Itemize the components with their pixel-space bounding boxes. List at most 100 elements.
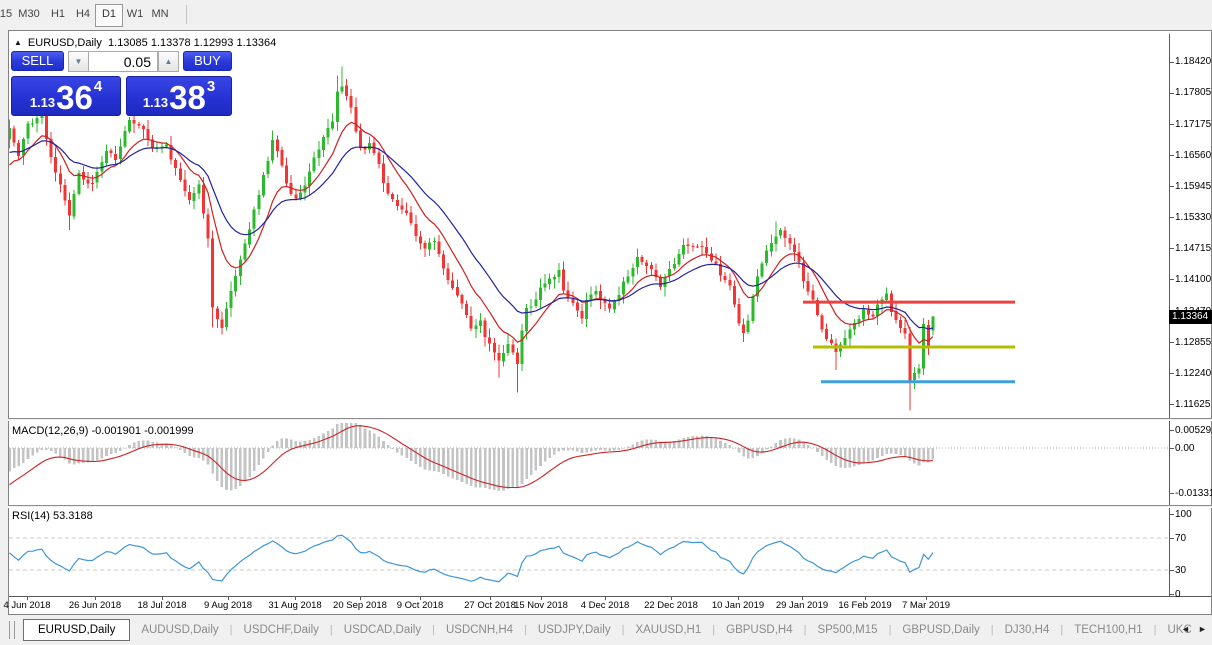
date-axis-tickmark [802,596,803,600]
chart-title-row: ▲ EURUSD,Daily 1.13085 1.13378 1.12993 1… [14,36,276,50]
rsi-axis-tickmark [1169,538,1174,539]
date-axis-tickmark [671,596,672,600]
price-axis-tickmark [1169,186,1174,188]
ma-slow-line [9,140,934,330]
date-axis-tickmark [926,596,927,600]
rsi-pane-separator[interactable] [8,505,1212,508]
sell-button[interactable]: SELL [11,51,64,71]
date-axis-label: 26 Jun 2018 [68,600,122,611]
chart-tab-ukc[interactable]: UKC [1156,624,1202,636]
rsi-axis-tick: 100 [1175,508,1192,520]
macd-axis-tick: 0.00 [1175,442,1195,454]
chart-tab-usdcad-daily[interactable]: USDCAD,Daily [333,624,432,636]
sell-price[interactable]: 1.13 36 4 [11,76,121,116]
rsi-layer [9,534,1168,583]
price-axis-tickmark [1169,279,1174,281]
chart-expand-icon[interactable]: ▲ [14,37,22,49]
price-axis-tick: 1.15945 [1175,180,1212,192]
current-price-tag: 1.13364 [1169,309,1212,324]
macd-axis-tickmark [1169,430,1174,431]
volume-input[interactable] [88,51,158,72]
sell-price-big: 36 [56,79,93,116]
date-axis-label: 7 Mar 2019 [901,600,951,611]
chart-tab-sp500-m15[interactable]: SP500,M15 [806,624,888,636]
price-axis-tickmark [1169,155,1174,157]
chart-tab-gbpusd-h4[interactable]: GBPUSD,H4 [715,624,803,636]
date-axis-label: 31 Aug 2018 [268,600,322,611]
date-axis-label: 29 Jan 2019 [775,600,829,611]
price-axis-tick: 1.11625 [1175,398,1211,410]
date-axis-label: 4 Jun 2018 [3,600,51,611]
chart-tab-dj30-h4[interactable]: DJ30,H4 [994,624,1061,636]
one-click-trading-panel: SELL ▼ ▲ BUY 1.13 36 4 1.13 38 3 [11,51,232,116]
macd-indicator-label: MACD(12,26,9) -0.001901 -0.001999 [12,425,194,437]
date-axis-label: 16 Feb 2019 [838,600,892,611]
chart-symbol-label: EURUSD,Daily [27,37,102,49]
volume-decrease-button[interactable]: ▼ [68,51,89,72]
buy-price[interactable]: 1.13 38 3 [126,76,232,116]
date-axis-tickmark [738,596,739,600]
macd-axis-tickmark [1169,448,1174,449]
macd-axis-tickmark [1169,493,1174,494]
price-axis-tickmark [1169,404,1174,406]
chart-tab-eurusd-daily[interactable]: EURUSD,Daily [23,619,131,641]
price-axis-tick: 1.17175 [1175,118,1212,130]
price-axis-tick: 1.12855 [1175,336,1212,348]
tab-bar-grip [9,621,15,639]
rsi-axis-tickmark [1169,570,1174,571]
rsi-axis-tickmark [1169,514,1174,515]
macd-axis-tick: -0.013317 [1175,487,1212,499]
rsi-axis-tick: 70 [1175,532,1187,544]
date-axis-tickmark [295,596,296,600]
rsi-indicator-label: RSI(14) 53.3188 [12,510,93,522]
buy-button[interactable]: BUY [183,51,232,71]
date-axis-label: 22 Dec 2018 [644,600,698,611]
chart-tab-usdjpy-daily[interactable]: USDJPY,Daily [527,624,622,636]
sell-price-prefix: 1.13 [29,95,56,110]
price-axis-tickmark [1169,92,1174,94]
price-axis-tick: 1.14100 [1175,273,1212,285]
price-axis-tick: 1.15330 [1175,211,1212,223]
date-axis-tickmark [228,596,229,600]
rsi-line [9,534,934,583]
price-axis-tickmark [1169,61,1174,63]
price-axis-tickmark [1169,217,1174,219]
chart-tab-gbpusd-daily[interactable]: GBPUSD,Daily [891,624,990,636]
date-axis-tickmark [95,596,96,600]
date-axis-label: 9 Aug 2018 [203,600,253,611]
macd-pane-separator[interactable] [8,418,1212,421]
chart-tab-xauusd-h1[interactable]: XAUUSD,H1 [624,624,712,636]
chart-tab-usdchf-daily[interactable]: USDCHF,Daily [233,624,330,636]
date-axis-label: 9 Oct 2018 [396,600,444,611]
price-axis-tickmark [1169,248,1174,250]
price-axis-tickmark [1169,373,1174,375]
chart-tab-tech100-h1[interactable]: TECH100,H1 [1063,624,1153,636]
chart-tab-usdcnh-h4[interactable]: USDCNH,H4 [435,624,524,636]
candles-layer [9,66,1015,411]
date-axis-label: 10 Jan 2019 [711,600,765,611]
price-axis-tick: 1.12240 [1175,367,1212,379]
macd-axis-tick: 0.005292 [1175,424,1212,436]
date-axis-label: 18 Jul 2018 [137,600,187,611]
price-axis-tick: 1.16560 [1175,149,1212,161]
rsi-axis-tickmark [1169,594,1174,595]
chart-title: EURUSD,Daily 1.13085 1.13378 1.12993 1.1… [28,37,276,49]
date-axis-tickmark [162,596,163,600]
buy-price-big: 38 [169,79,206,116]
rsi-axis-tick: 30 [1175,564,1187,576]
chart-tab-bar: EURUSD,Daily AUDUSD,Daily | USDCHF,Daily | US… [0,615,1212,645]
volume-increase-button[interactable]: ▲ [158,51,179,72]
price-axis-tickmark [1169,342,1174,344]
buy-price-prefix: 1.13 [142,95,169,110]
price-axis-tick: 1.17805 [1175,87,1212,99]
tab-scroll-left-button[interactable]: ◄ [1181,624,1190,634]
date-axis-line [9,596,1211,597]
date-axis-tickmark [541,596,542,600]
buy-price-sup: 3 [206,78,216,95]
tab-scroll-right-button[interactable]: ► [1198,624,1207,634]
sell-price-sup: 4 [93,78,103,95]
chart-tab-audusd-daily[interactable]: AUDUSD,Daily [130,624,229,636]
rsi-axis-tick: 0 [1175,588,1181,600]
date-axis-label: 4 Dec 2018 [580,600,630,611]
price-axis-tickmark [1169,124,1174,126]
